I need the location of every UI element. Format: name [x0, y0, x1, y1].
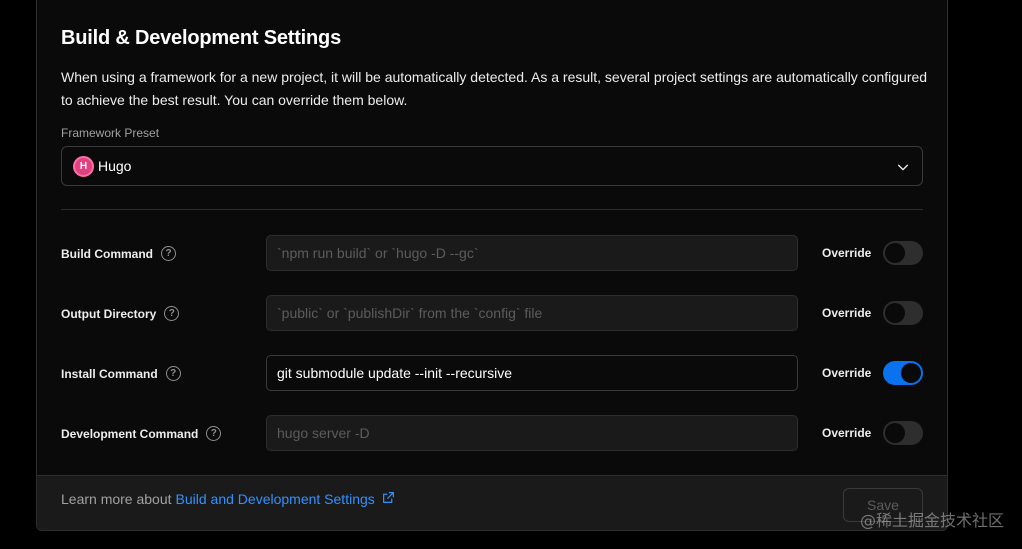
build-command-input[interactable] — [266, 235, 798, 271]
chevron-down-icon — [897, 164, 909, 171]
framework-preset-value: Hugo — [98, 158, 132, 174]
development-command-input[interactable] — [266, 415, 798, 451]
override-label: Override — [822, 366, 872, 380]
development-command-row: Development Command ? Override — [37, 415, 947, 451]
section-description: When using a framework for a new project… — [61, 69, 928, 108]
help-icon[interactable]: ? — [161, 246, 176, 261]
framework-preset-select[interactable]: H Hugo — [61, 146, 923, 186]
development-command-override-toggle[interactable] — [883, 421, 923, 445]
install-command-label: Install Command — [61, 366, 158, 381]
framework-preset-label: Framework Preset — [61, 126, 160, 140]
hugo-logo-icon: H — [73, 156, 94, 177]
install-command-row: Install Command ? Override — [37, 355, 947, 391]
install-command-override-toggle[interactable] — [883, 361, 923, 385]
help-icon[interactable]: ? — [164, 306, 180, 321]
output-directory-input[interactable] — [266, 295, 798, 331]
toggle-knob — [885, 243, 905, 263]
output-directory-label: Output Directory — [61, 306, 157, 321]
install-command-input[interactable] — [266, 355, 798, 391]
build-command-label: Build Command — [61, 246, 153, 261]
footer-text: Learn more about — [61, 491, 172, 507]
toggle-knob — [901, 363, 921, 383]
section-divider — [61, 209, 923, 210]
build-command-row: Build Command ? Override — [37, 235, 947, 271]
card-footer: Learn more about Build and Development S… — [37, 475, 947, 530]
section-title: Build & Development Settings — [61, 27, 341, 49]
development-command-label: Development Command — [61, 426, 199, 441]
settings-card: Build & Development Settings When using … — [36, 0, 948, 531]
build-command-override-toggle[interactable] — [883, 241, 923, 265]
docs-link[interactable]: Build and Development Settings — [176, 491, 395, 507]
toggle-knob — [885, 423, 905, 443]
override-label: Override — [822, 426, 872, 440]
help-icon[interactable]: ? — [165, 366, 181, 381]
external-link-icon — [382, 492, 394, 503]
help-icon[interactable]: ? — [206, 426, 222, 441]
watermark: @稀土掘金技术社区 — [859, 511, 1004, 530]
override-label: Override — [822, 246, 872, 260]
override-label: Override — [822, 306, 872, 320]
output-directory-override-toggle[interactable] — [883, 301, 923, 325]
toggle-knob — [885, 303, 905, 323]
output-directory-row: Output Directory ? Override — [37, 295, 947, 331]
